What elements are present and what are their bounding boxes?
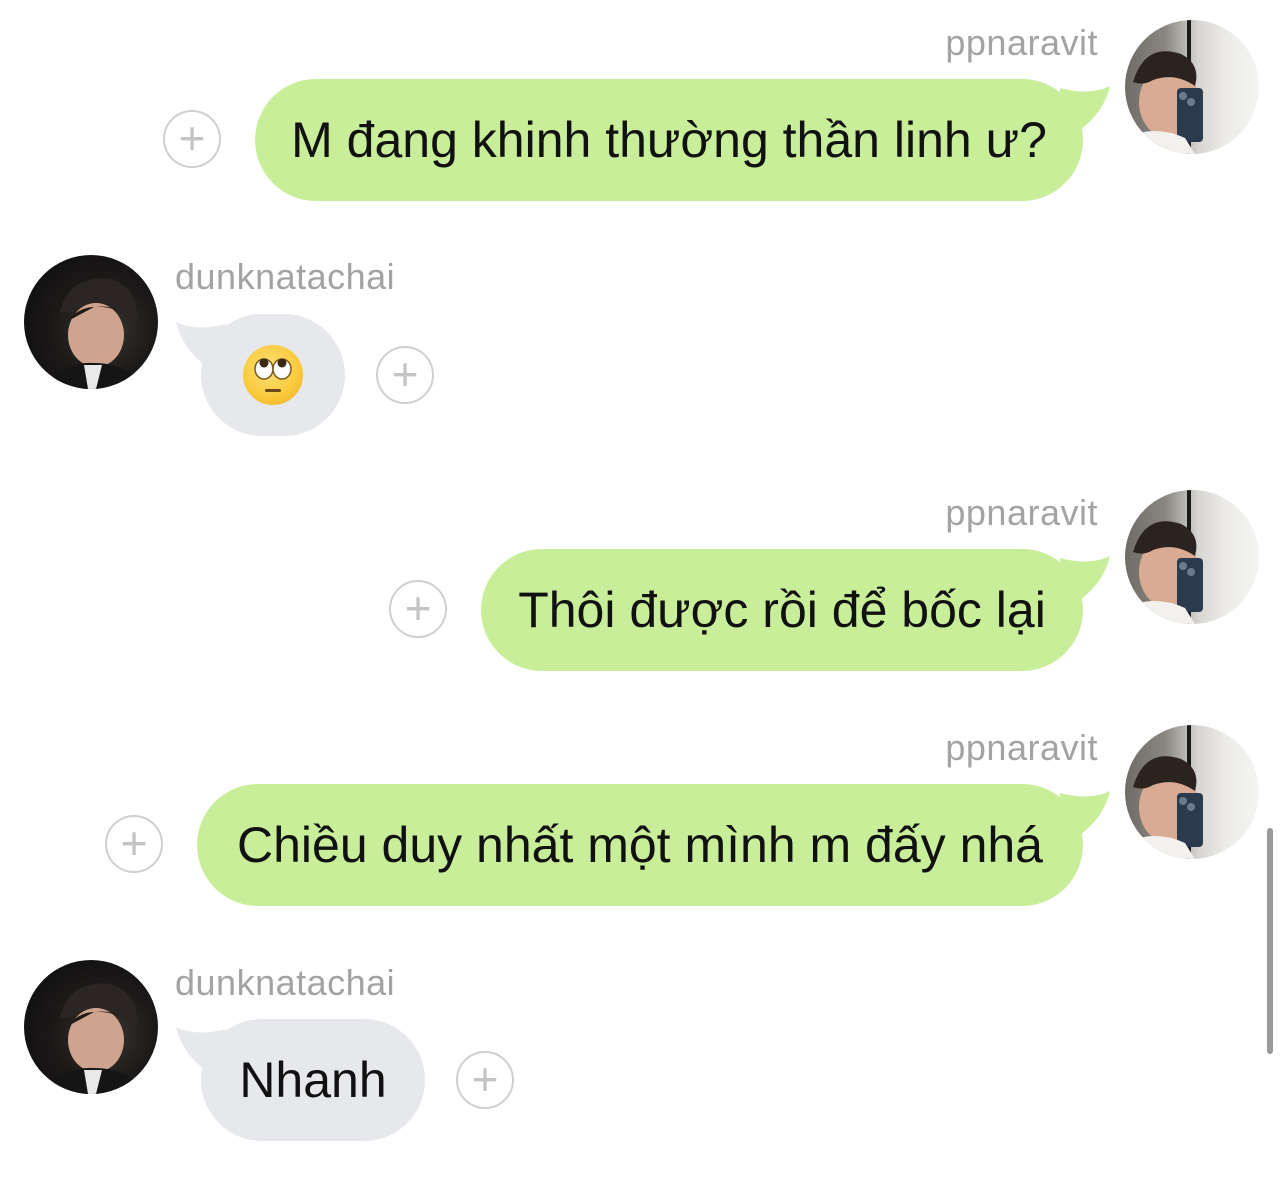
sender-avatar[interactable] (1125, 20, 1259, 154)
sender-name: ppnaravit (945, 22, 1098, 63)
sender-name: dunknatachai (175, 962, 396, 1003)
message-text: Chiều duy nhất một mình m đấy nhá (236, 817, 1043, 873)
message-text: M đang khinh thường thần linh ư? (291, 112, 1047, 168)
message-bubble[interactable]: Nhanh (201, 1019, 425, 1141)
sender-avatar[interactable] (24, 960, 158, 1094)
add-reaction-icon[interactable]: + (389, 580, 447, 638)
message-bubble[interactable]: Thôi được rồi để bốc lại (481, 549, 1083, 671)
sender-name: ppnaravit (945, 492, 1098, 533)
sender-name: ppnaravit (945, 727, 1098, 768)
sender-name: dunknatachai (175, 256, 396, 297)
message-bubble[interactable] (201, 314, 345, 436)
add-reaction-icon[interactable]: + (376, 346, 434, 404)
message-text: Nhanh (239, 1052, 387, 1108)
scrollbar[interactable] (1267, 828, 1273, 1054)
message-bubble[interactable]: Chiều duy nhất một mình m đấy nhá (197, 784, 1083, 906)
face-with-rolling-eyes-icon (243, 345, 303, 405)
add-reaction-icon[interactable]: + (105, 815, 163, 873)
sender-avatar[interactable] (1125, 490, 1259, 624)
message-bubble[interactable]: M đang khinh thường thần linh ư? (255, 79, 1083, 201)
message-text: Thôi được rồi để bốc lại (518, 582, 1046, 638)
sender-avatar[interactable] (24, 255, 158, 389)
add-reaction-icon[interactable]: + (163, 110, 221, 168)
sender-avatar[interactable] (1125, 725, 1259, 859)
add-reaction-icon[interactable]: + (456, 1051, 514, 1109)
